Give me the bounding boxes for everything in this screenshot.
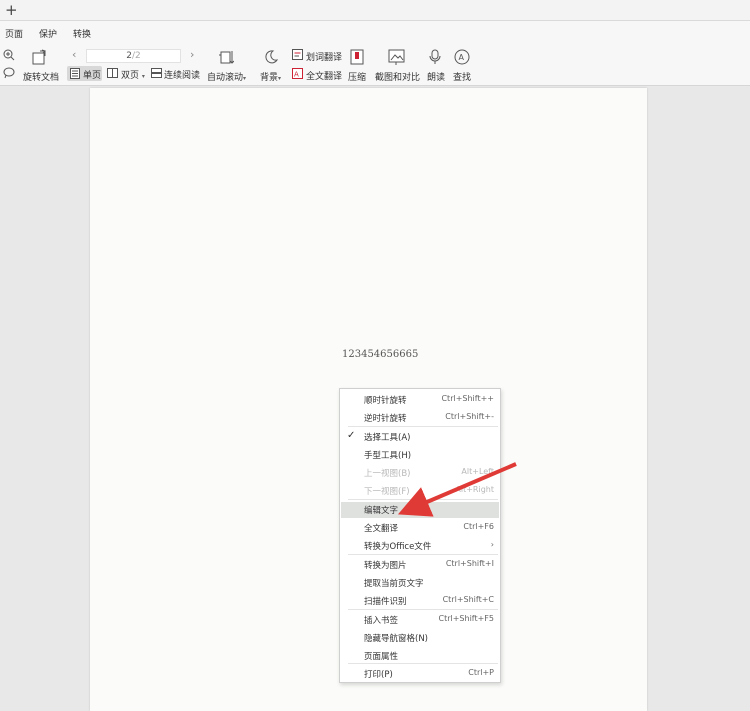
svg-text:A: A xyxy=(459,53,465,62)
context-menu-item-shortcut: Alt+Right xyxy=(455,485,494,494)
full-translate-icon[interactable]: A xyxy=(292,68,303,79)
context-menu-separator xyxy=(348,426,498,427)
context-menu-item-shortcut: Ctrl+Shift+- xyxy=(445,412,494,421)
context-menu: 顺时针旋转 Ctrl+Shift++ 逆时针旋转 Ctrl+Shift+- ✓ 选择工具(… xyxy=(339,388,501,683)
context-menu-separator xyxy=(348,609,498,610)
context-menu-separator xyxy=(348,554,498,555)
word-translate-label[interactable]: 划词翻译 xyxy=(306,50,342,63)
context-menu-item[interactable]: 编辑文字 xyxy=(341,502,499,518)
menu-page[interactable]: 页面 xyxy=(5,27,23,40)
new-tab-button[interactable]: + xyxy=(5,1,18,19)
microphone-icon[interactable] xyxy=(428,49,442,65)
menu-bar: 页面 保护 转换 xyxy=(0,21,750,44)
context-menu-item[interactable]: 隐藏导航窗格(N) xyxy=(341,630,499,646)
context-menu-item[interactable]: 转换为图片 Ctrl+Shift+I xyxy=(341,557,499,573)
context-menu-item-label: 扫描件识别 xyxy=(364,597,407,607)
context-menu-separator xyxy=(348,663,498,664)
compress-label[interactable]: 压缩 xyxy=(348,70,366,83)
svg-text:A: A xyxy=(294,71,299,79)
context-menu-item[interactable]: 提取当前页文字 xyxy=(341,575,499,591)
rotate-document-label[interactable]: 旋转文档 xyxy=(23,70,59,83)
continuous-read-icon[interactable] xyxy=(151,68,162,78)
context-menu-item[interactable]: 扫描件识别 Ctrl+Shift+C xyxy=(341,593,499,609)
context-menu-item[interactable]: 顺时针旋转 Ctrl+Shift++ xyxy=(341,392,499,408)
context-menu-item[interactable]: 全文翻译 Ctrl+F6 xyxy=(341,520,499,536)
context-menu-item-shortcut: Ctrl+Shift+I xyxy=(445,559,494,568)
context-menu-item-label: 隐藏导航窗格(N) xyxy=(364,634,428,644)
screenshot-compare-label[interactable]: 截图和对比 xyxy=(375,70,420,83)
page-text: 12345465666​5 xyxy=(342,349,419,360)
continuous-read-label[interactable]: 连续阅读 xyxy=(164,68,200,81)
context-menu-item-shortcut: Ctrl+Shift++ xyxy=(441,394,494,403)
context-menu-item-shortcut: Ctrl+Shift+C xyxy=(442,595,494,604)
tab-bar: + xyxy=(0,0,750,21)
context-menu-item-label: 选择工具(A) xyxy=(364,433,411,443)
next-page-icon[interactable]: › xyxy=(190,48,194,61)
context-menu-item[interactable]: 手型工具(H) xyxy=(341,447,499,463)
context-menu-item-label: 逆时针旋转 xyxy=(364,414,407,424)
context-menu-item[interactable]: 转换为Office文件 › xyxy=(341,538,499,554)
context-menu-item-label: 打印(P) xyxy=(364,670,393,680)
context-menu-item-label: 转换为Office文件 xyxy=(364,542,432,552)
context-menu-item-shortcut: Ctrl+P xyxy=(468,668,494,677)
page-total: /2 xyxy=(131,51,141,61)
toolbar: 旋转文档 ‹ 2/2 › 单页 双页 ▾ 连续阅读 自动滚动▾ 背景▾ 划词翻译… xyxy=(0,44,750,86)
auto-scroll-icon[interactable] xyxy=(218,49,234,65)
context-menu-item-label: 插入书签 xyxy=(364,616,399,626)
context-menu-item-label: 顺时针旋转 xyxy=(364,396,407,406)
context-menu-item-label: 下一视图(F) xyxy=(364,487,410,497)
context-menu-item[interactable]: ✓ 选择工具(A) xyxy=(341,429,499,445)
context-menu-item-shortcut: Ctrl+F6 xyxy=(463,522,494,531)
find-icon[interactable]: A xyxy=(454,49,470,65)
background-label[interactable]: 背景▾ xyxy=(260,70,281,83)
single-page-icon xyxy=(70,68,80,79)
context-menu-item[interactable]: 打印(P) Ctrl+P xyxy=(341,666,499,682)
context-menu-item-label: 手型工具(H) xyxy=(364,451,412,461)
double-page-label[interactable]: 双页 ▾ xyxy=(121,68,145,81)
context-menu-item: 下一视图(F) Alt+Right xyxy=(341,483,499,499)
context-menu-item-label: 提取当前页文字 xyxy=(364,579,424,589)
check-icon: ✓ xyxy=(347,430,356,441)
auto-scroll-label[interactable]: 自动滚动▾ xyxy=(207,70,246,83)
context-menu-item[interactable]: 逆时针旋转 Ctrl+Shift+- xyxy=(341,410,499,426)
word-translate-icon[interactable] xyxy=(292,49,303,60)
context-menu-item-label: 编辑文字 xyxy=(364,506,399,516)
zoom-in-icon[interactable] xyxy=(3,49,15,61)
context-menu-item[interactable]: 页面属性 xyxy=(341,648,499,664)
context-menu-item-shortcut: Alt+Left xyxy=(461,467,494,476)
moon-icon[interactable] xyxy=(263,49,279,65)
context-menu-separator xyxy=(348,499,498,500)
context-menu-item: 上一视图(B) Alt+Left xyxy=(341,465,499,481)
full-translate-label[interactable]: 全文翻译 xyxy=(306,69,342,82)
find-label[interactable]: 查找 xyxy=(453,70,471,83)
page-number-input[interactable]: 2/2 xyxy=(86,49,181,63)
context-menu-item-label: 页面属性 xyxy=(364,652,399,662)
menu-protect[interactable]: 保护 xyxy=(39,27,57,40)
context-menu-item[interactable]: 插入书签 Ctrl+Shift+F5 xyxy=(341,612,499,628)
single-page-button[interactable]: 单页 xyxy=(67,66,102,81)
compress-icon[interactable] xyxy=(350,49,364,65)
lasso-icon[interactable] xyxy=(3,67,15,79)
menu-convert[interactable]: 转换 xyxy=(73,27,91,40)
double-page-icon[interactable] xyxy=(107,68,118,78)
context-menu-item-label: 转换为图片 xyxy=(364,561,407,571)
context-menu-item-label: 全文翻译 xyxy=(364,524,399,534)
context-menu-item-shortcut: Ctrl+Shift+F5 xyxy=(438,614,494,623)
single-page-label: 单页 xyxy=(83,71,102,81)
rotate-document-icon[interactable] xyxy=(31,49,47,65)
screenshot-compare-icon[interactable] xyxy=(388,49,405,65)
read-aloud-label[interactable]: 朗读 xyxy=(427,70,445,83)
prev-page-icon[interactable]: ‹ xyxy=(72,48,76,61)
context-menu-item-shortcut: › xyxy=(490,540,494,549)
context-menu-item-label: 上一视图(B) xyxy=(364,469,411,479)
